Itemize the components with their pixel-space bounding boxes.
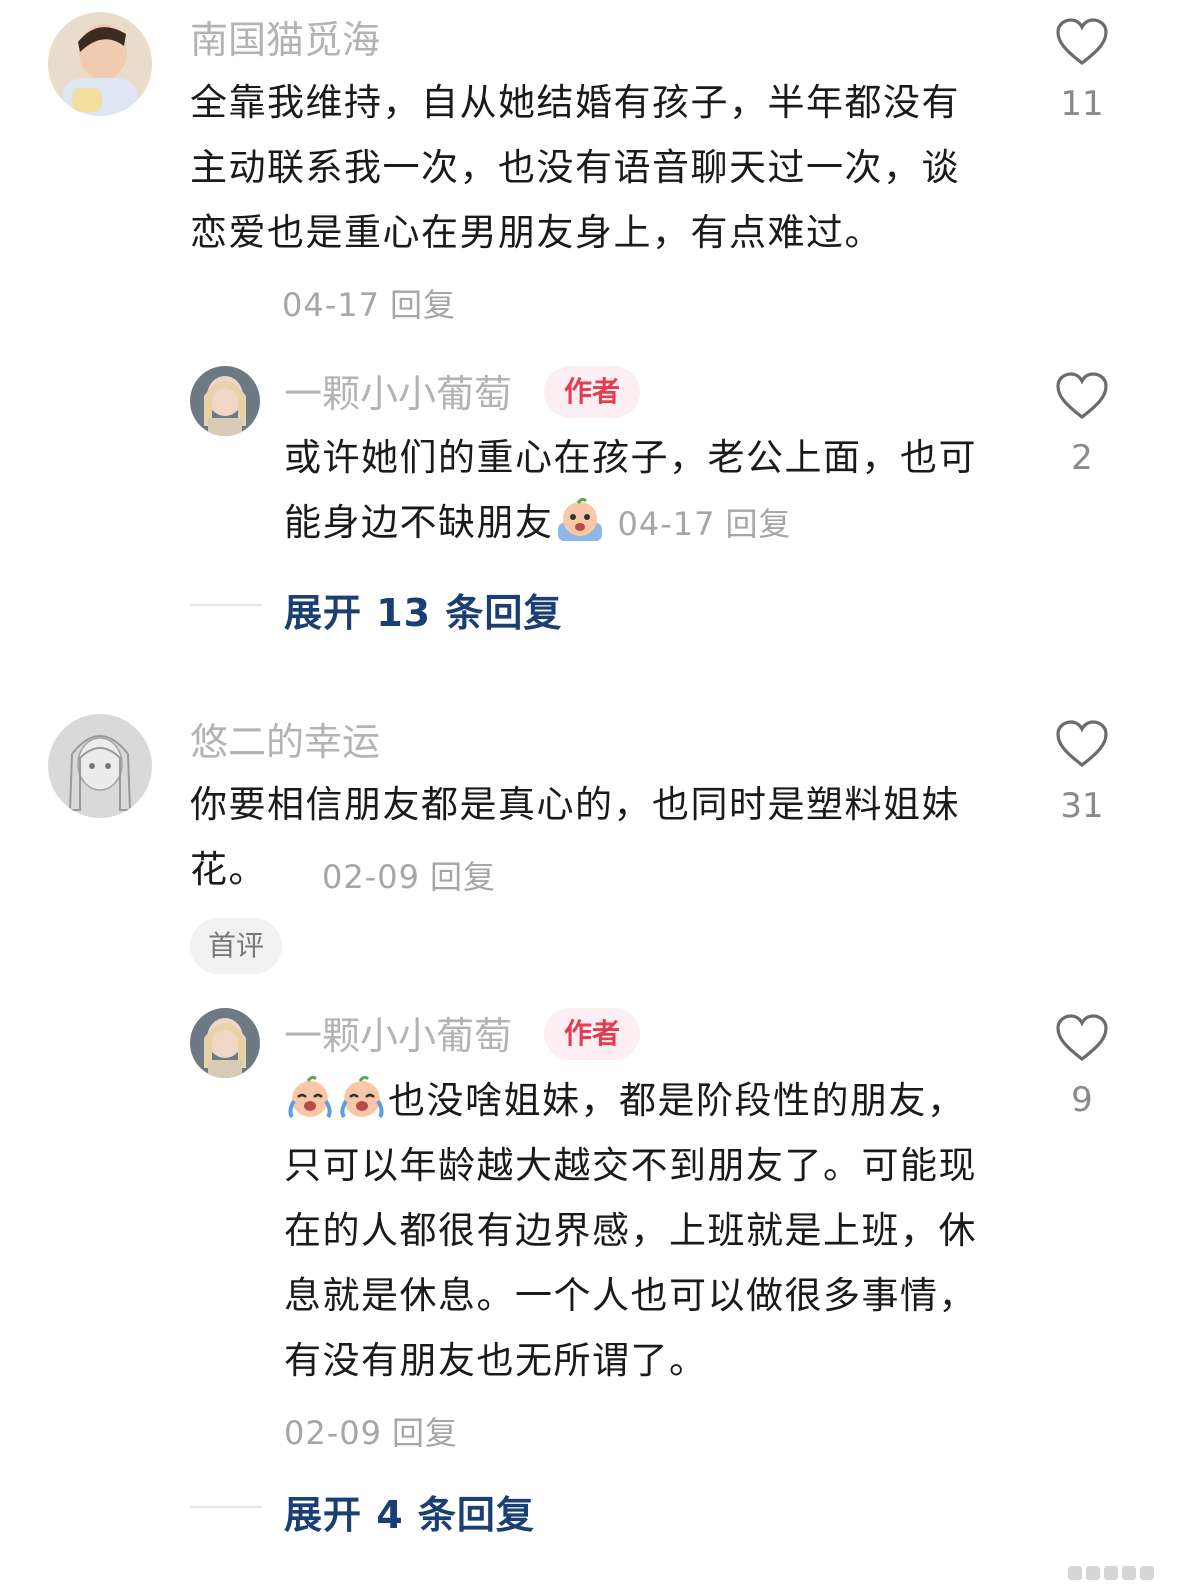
divider	[190, 604, 262, 606]
comment-username[interactable]: 南国猫觅海	[190, 18, 380, 62]
reply-username[interactable]: 一颗小小葡萄	[284, 1014, 512, 1058]
avatar[interactable]	[48, 12, 152, 116]
expand-replies-button[interactable]: 展开 4 条回复	[284, 1484, 535, 1539]
like-button[interactable]: 9	[1052, 1014, 1112, 1120]
reply-button[interactable]: 回复	[392, 1414, 458, 1452]
divider	[190, 1506, 262, 1508]
like-count: 2	[1071, 438, 1093, 478]
reply-date: 04-17	[617, 505, 716, 543]
watermark-logo	[1068, 1566, 1154, 1580]
avatar[interactable]	[190, 366, 260, 436]
crying-face-emoji	[557, 497, 602, 541]
heart-icon	[1056, 18, 1108, 66]
like-count: 31	[1060, 786, 1104, 826]
reply-text: 也没啥姐妹，都是阶段性的朋友，只可以年龄越大越交不到朋友了。可能现在的人都很有边…	[284, 1079, 977, 1382]
like-count: 11	[1060, 84, 1104, 124]
first-comment-tag: 首评	[190, 918, 283, 974]
comment-meta: 02-09 回复	[322, 852, 506, 898]
like-button[interactable]: 11	[1052, 18, 1112, 124]
expand-replies-button[interactable]: 展开 13 条回复	[284, 582, 562, 637]
like-button[interactable]: 31	[1052, 720, 1112, 826]
like-button[interactable]: 2	[1052, 372, 1112, 478]
reply-button[interactable]: 回复	[430, 858, 496, 896]
reply-meta: 02-09 回复	[284, 1408, 468, 1454]
reply-button[interactable]: 回复	[390, 286, 456, 324]
crying-face-emoji	[340, 1075, 384, 1119]
heart-icon	[1056, 372, 1108, 420]
reply-text-block: 或许她们的重心在孩子，老公上面，也可能身边不缺朋友 04-17 回复	[284, 425, 984, 557]
avatar[interactable]	[190, 1008, 260, 1078]
comment-text: 全靠我维持，自从她结婚有孩子，半年都没有主动联系我一次，也没有语音聊天过一次，谈…	[190, 81, 960, 254]
author-badge: 作者	[544, 366, 641, 418]
comment-meta: 04-17 回复	[282, 280, 466, 326]
reply-username[interactable]: 一颗小小葡萄	[284, 372, 512, 416]
like-count: 9	[1071, 1080, 1093, 1120]
reply-date: 02-09	[284, 1414, 382, 1452]
reply-button[interactable]: 回复	[725, 505, 791, 543]
avatar[interactable]	[48, 714, 152, 818]
reply-text-block: 也没啥姐妹，都是阶段性的朋友，只可以年龄越大越交不到朋友了。可能现在的人都很有边…	[284, 1068, 984, 1393]
comment-text: 你要相信朋友都是真心的，也同时是塑料姐妹花。	[190, 783, 960, 891]
comment-username[interactable]: 悠二的幸运	[190, 720, 380, 764]
author-badge: 作者	[544, 1008, 641, 1060]
heart-icon	[1056, 1014, 1108, 1062]
crying-face-emoji	[288, 1075, 332, 1119]
comment-date: 04-17	[282, 286, 380, 324]
heart-icon	[1056, 720, 1108, 768]
comment-date: 02-09	[322, 858, 420, 896]
